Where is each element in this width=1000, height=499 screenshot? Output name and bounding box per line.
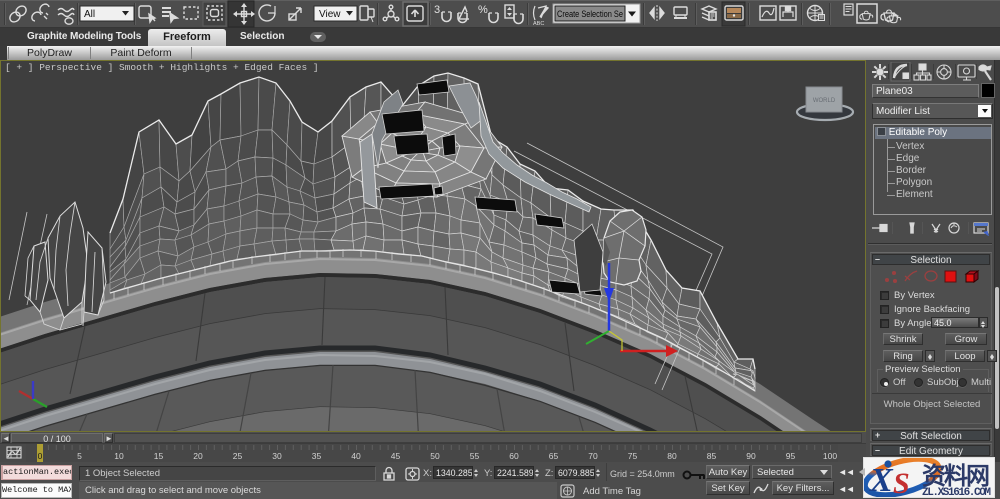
svg-text:50: 50 <box>430 451 440 461</box>
svg-text:95: 95 <box>786 451 796 461</box>
svg-text:View: View <box>319 9 341 20</box>
svg-text:45: 45 <box>391 451 401 461</box>
svg-text:%: % <box>478 4 488 16</box>
svg-text:100: 100 <box>823 451 837 461</box>
svg-text:65: 65 <box>549 451 559 461</box>
svg-text:25: 25 <box>233 451 243 461</box>
svg-text:ABC: ABC <box>533 21 544 27</box>
svg-text:40: 40 <box>351 451 361 461</box>
svg-text:35: 35 <box>312 451 322 461</box>
svg-text:85: 85 <box>707 451 717 461</box>
svg-text:Create Selection Se: Create Selection Se <box>557 9 623 19</box>
svg-text:15: 15 <box>154 451 164 461</box>
svg-text:60: 60 <box>509 451 519 461</box>
svg-text:资料网: 资料网 <box>922 463 990 490</box>
svg-text:S: S <box>893 467 910 497</box>
svg-text:55: 55 <box>470 451 480 461</box>
svg-text:20: 20 <box>193 451 203 461</box>
svg-text:80: 80 <box>667 451 677 461</box>
svg-text:3: 3 <box>434 4 440 16</box>
svg-text:0: 0 <box>38 451 43 461</box>
svg-text:ZL.XS1616.COM: ZL.XS1616.COM <box>922 487 991 497</box>
svg-text:30: 30 <box>272 451 282 461</box>
svg-text:X: X <box>869 462 894 497</box>
svg-text:75: 75 <box>628 451 638 461</box>
svg-text:10: 10 <box>114 451 124 461</box>
svg-text:5: 5 <box>77 451 82 461</box>
svg-text:90: 90 <box>746 451 756 461</box>
svg-text:70: 70 <box>588 451 598 461</box>
svg-text:All: All <box>84 9 95 20</box>
